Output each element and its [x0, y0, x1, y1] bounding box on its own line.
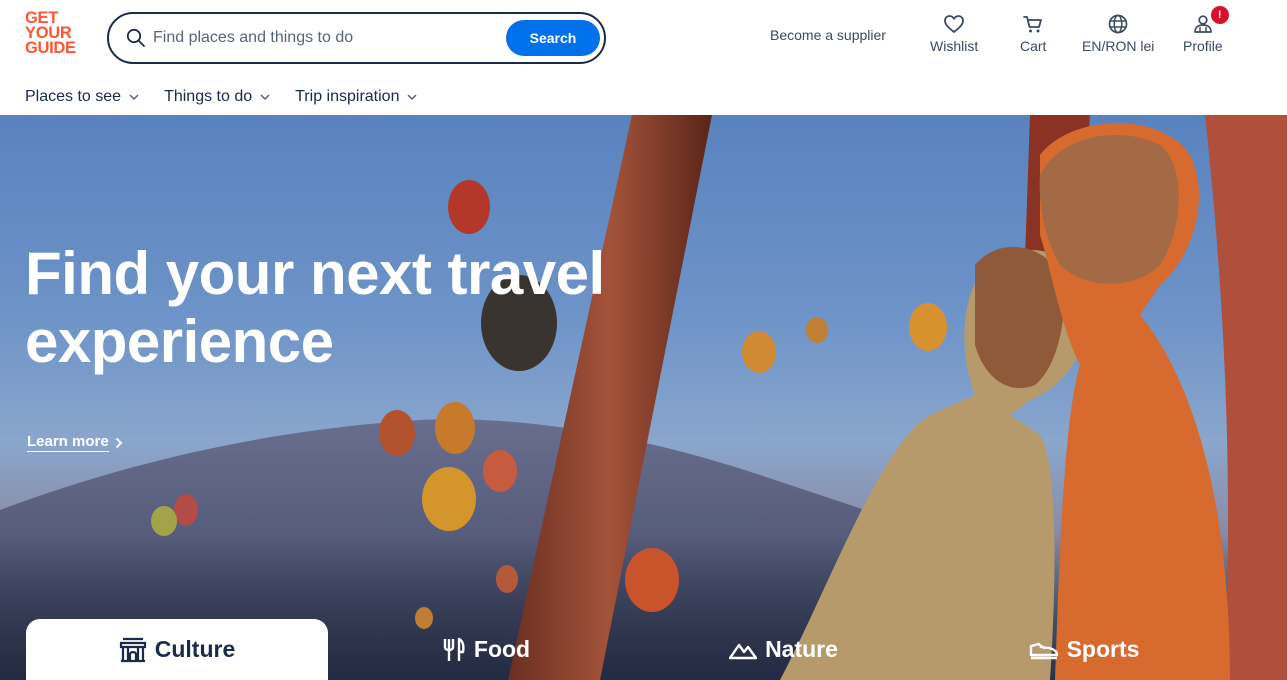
site-header: GET YOUR GUIDE Search Become a supplier …	[0, 0, 1287, 105]
chevron-down-icon	[260, 94, 270, 100]
tab-food-label: Food	[473, 636, 531, 662]
search-input[interactable]	[153, 24, 493, 52]
nav-places-to-see[interactable]: Places to see	[25, 88, 139, 106]
language-currency-button[interactable]: EN/RON lei	[1082, 14, 1154, 54]
learn-more-label: Learn more	[27, 433, 109, 452]
tab-food[interactable]: Food	[436, 619, 536, 680]
tab-nature-label: Nature	[765, 636, 838, 662]
hero-title-line-1: Find your next travel	[25, 240, 605, 307]
search-button[interactable]: Search	[506, 20, 600, 56]
search-icon	[126, 28, 145, 47]
nav-trip-inspiration[interactable]: Trip inspiration	[295, 88, 417, 106]
wishlist-button[interactable]: Wishlist	[930, 14, 978, 54]
hero-title-line-2: experience	[25, 308, 334, 375]
main-nav: Places to see Things to do Trip inspirat…	[25, 88, 417, 106]
chevron-down-icon	[129, 94, 139, 100]
nav-places-label: Places to see	[25, 88, 122, 105]
profile-label: Profile	[1183, 38, 1223, 54]
chevron-right-icon	[115, 437, 123, 448]
nav-things-label: Things to do	[164, 88, 253, 105]
search-bar: Search	[107, 12, 606, 64]
learn-more-link[interactable]: Learn more	[27, 433, 123, 452]
nav-trip-label: Trip inspiration	[295, 88, 400, 105]
tab-nature[interactable]: Nature	[721, 619, 846, 680]
locale-label: EN/RON lei	[1082, 38, 1155, 54]
globe-icon	[1108, 14, 1128, 34]
cart-label: Cart	[1020, 38, 1047, 54]
wishlist-label: Wishlist	[930, 38, 979, 54]
hero-background-image	[0, 115, 1287, 680]
hero-title: Find your next travel experience	[25, 240, 665, 376]
become-supplier-link[interactable]: Become a supplier	[770, 27, 886, 43]
heart-icon	[944, 15, 965, 33]
hero-banner: Find your next travel experience Learn m…	[0, 115, 1287, 680]
mountain-icon	[729, 643, 758, 659]
logo-line-3: GUIDE	[25, 39, 76, 57]
notification-badge: !	[1210, 6, 1229, 24]
chevron-down-icon	[407, 94, 417, 100]
tab-culture-label: Culture	[154, 636, 236, 662]
fork-knife-icon	[443, 637, 465, 661]
sneaker-icon	[1029, 642, 1058, 659]
category-tabs: Culture Food Nature Sports	[26, 619, 1266, 680]
nav-things-to-do[interactable]: Things to do	[164, 88, 270, 106]
tab-sports[interactable]: Sports	[1024, 619, 1144, 680]
tab-culture[interactable]: Culture	[26, 619, 328, 680]
landmark-icon	[119, 637, 146, 662]
cart-button[interactable]: Cart	[1020, 14, 1046, 54]
cart-icon	[1023, 16, 1043, 33]
profile-button[interactable]: Profile !	[1183, 6, 1229, 54]
getyourguide-logo[interactable]: GET YOUR GUIDE	[25, 10, 83, 59]
tab-sports-label: Sports	[1066, 636, 1140, 662]
